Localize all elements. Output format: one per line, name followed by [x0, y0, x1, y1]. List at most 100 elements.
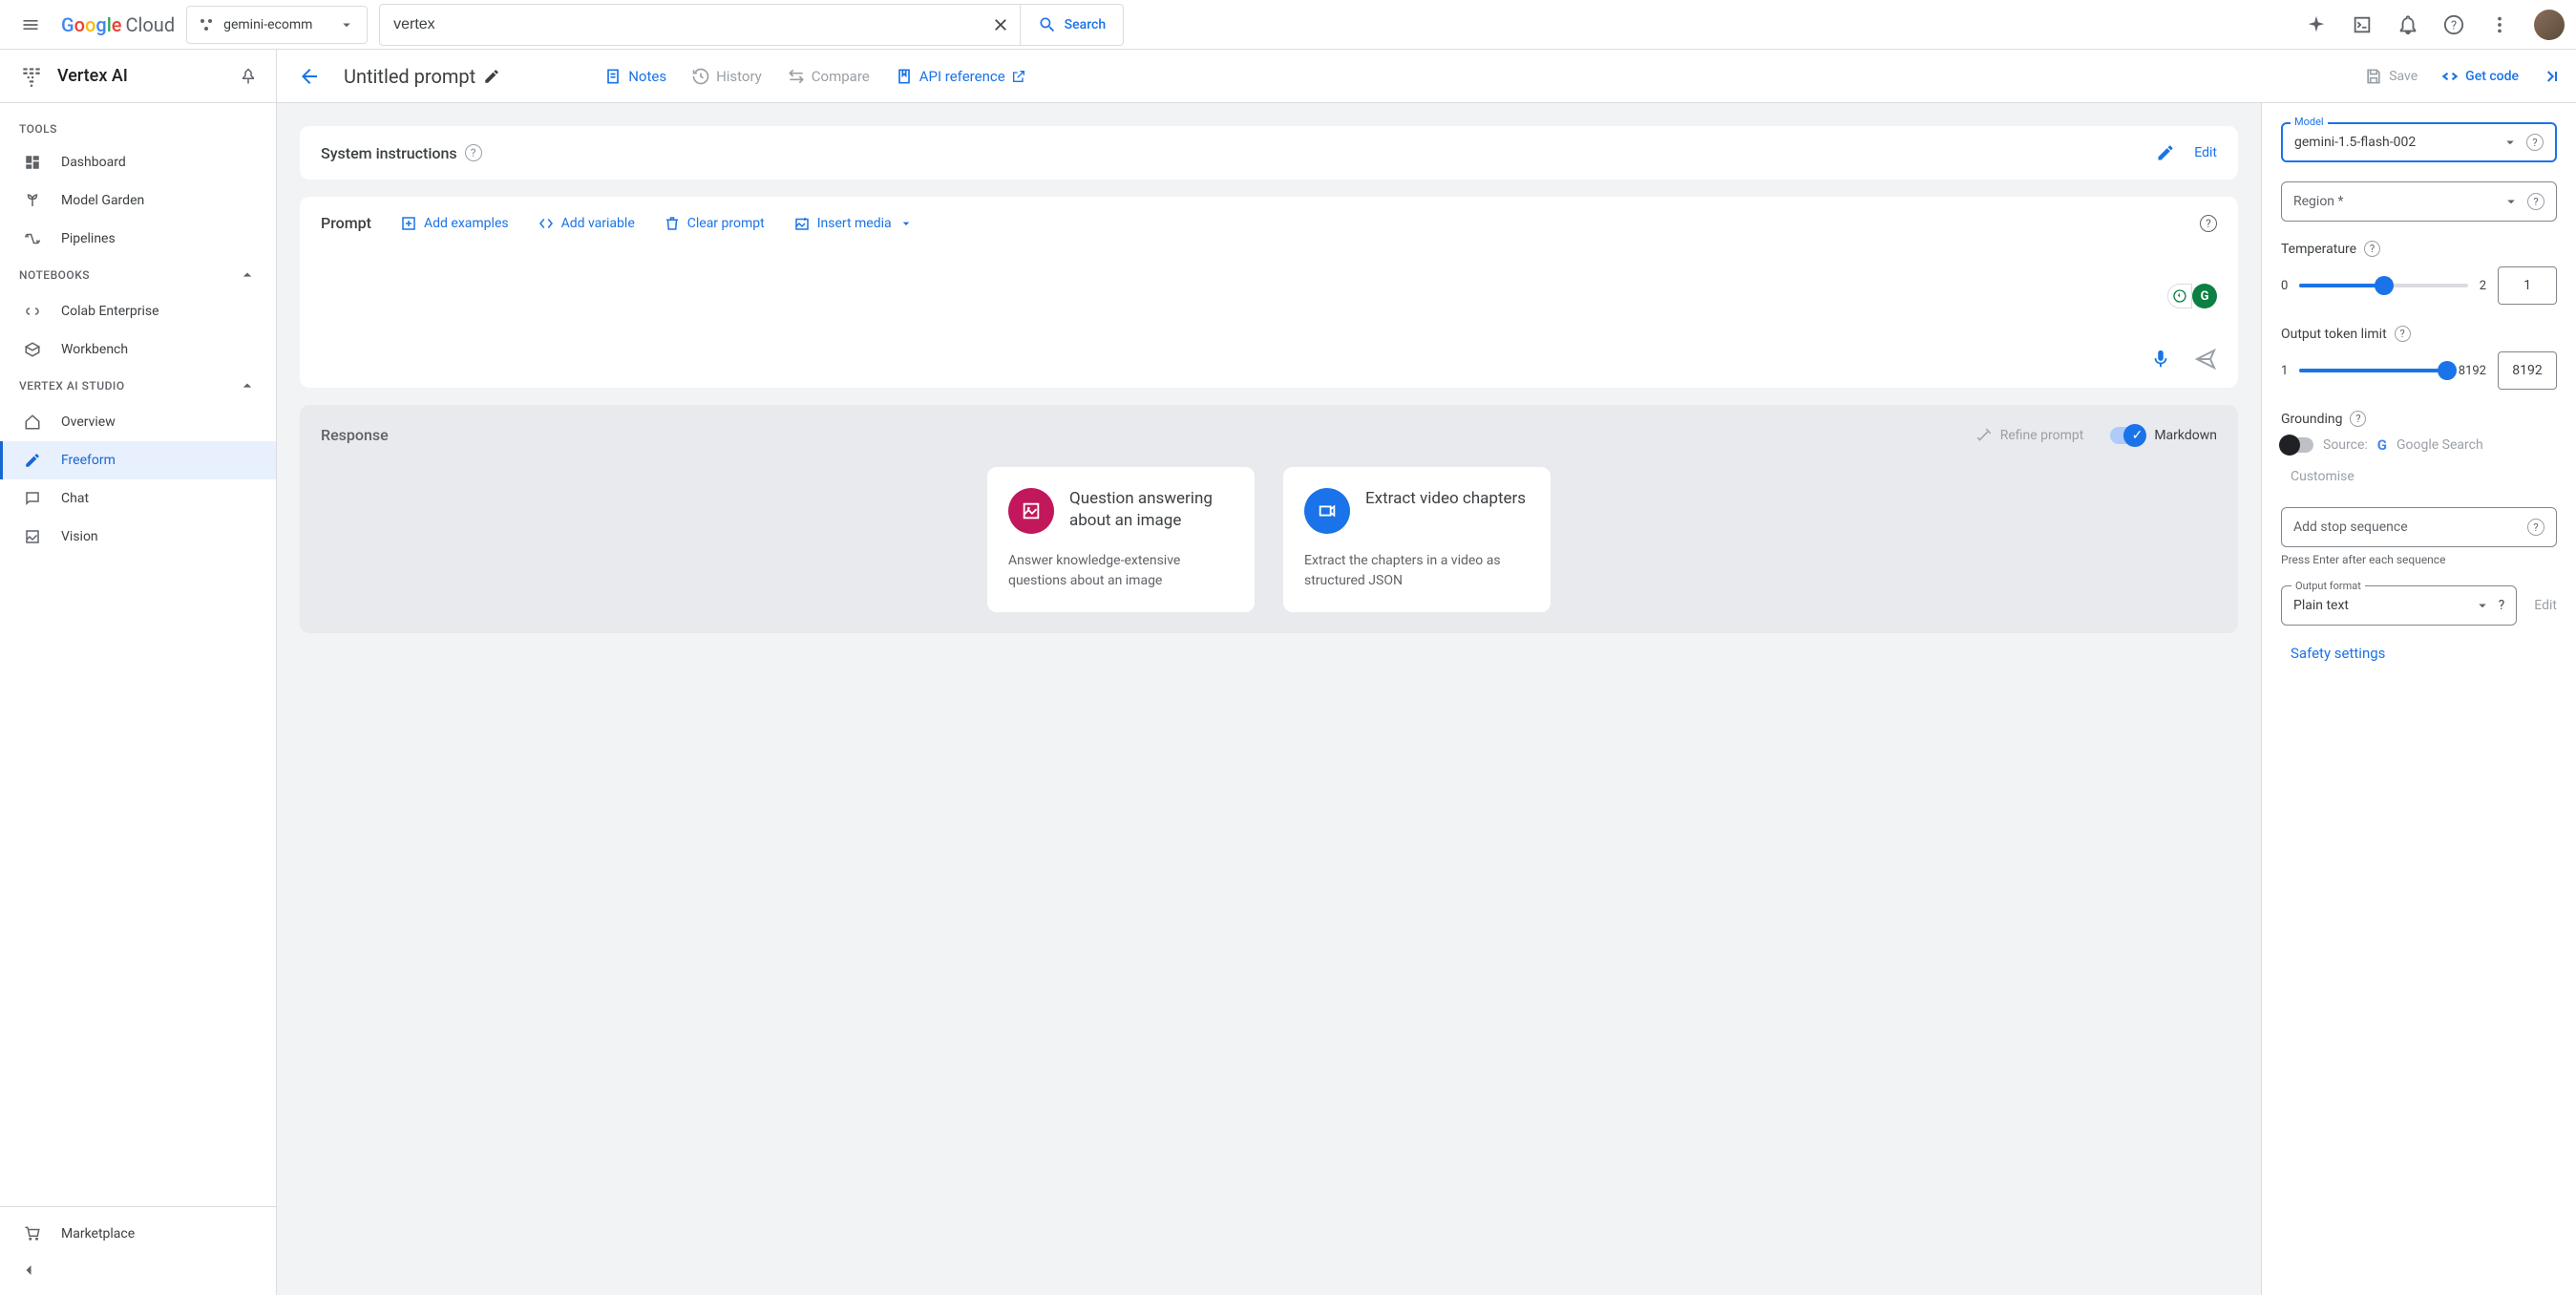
sidebar-item-label: Vision	[61, 529, 98, 544]
google-cloud-logo[interactable]: Google Cloud	[61, 13, 175, 36]
sidebar-item-vision[interactable]: Vision	[0, 518, 276, 556]
more-button[interactable]	[2481, 6, 2519, 44]
project-selector[interactable]: gemini-ecomm	[186, 6, 368, 44]
search-button[interactable]: Search	[1020, 5, 1123, 45]
settings-panel: Model gemini-1.5-flash-002 ? Region * ?	[2261, 103, 2576, 1295]
chevron-down-icon	[898, 216, 914, 231]
sidebar-item-label: Chat	[61, 491, 89, 506]
help-icon[interactable]: ?	[2526, 134, 2544, 151]
output-format-selector[interactable]: Output format Plain text ?	[2281, 585, 2517, 626]
collapse-sidebar-button[interactable]	[0, 1253, 276, 1287]
sidebar-item-label: Workbench	[61, 342, 128, 357]
grounding-label: Grounding ?	[2281, 411, 2557, 427]
stop-sequence-input[interactable]: Add stop sequence ?	[2281, 507, 2557, 547]
temperature-slider[interactable]	[2299, 284, 2467, 287]
close-icon	[991, 15, 1010, 34]
sidebar-item-marketplace[interactable]: Marketplace	[0, 1215, 276, 1253]
chevron-down-icon	[2502, 134, 2519, 151]
account-avatar[interactable]	[2534, 10, 2565, 40]
customise-button[interactable]: Customise	[2291, 469, 2557, 484]
search-input-wrap	[380, 16, 982, 33]
notebooks-section-header[interactable]: NOTEBOOKS	[0, 258, 276, 292]
tab-notes[interactable]: Notes	[603, 67, 666, 86]
cloud-shell-button[interactable]	[2343, 6, 2381, 44]
prompt-input-area[interactable]: G	[321, 232, 2217, 340]
region-selector[interactable]: Region * ?	[2281, 181, 2557, 222]
studio-section-header[interactable]: VERTEX AI STUDIO	[0, 369, 276, 403]
send-button[interactable]	[2194, 348, 2217, 371]
sidebar-item-colab[interactable]: Colab Enterprise	[0, 292, 276, 330]
help-icon[interactable]: ?	[2499, 598, 2505, 613]
help-icon[interactable]: ?	[465, 144, 482, 161]
refine-prompt-button[interactable]: Refine prompt	[1975, 427, 2084, 444]
back-button[interactable]	[292, 59, 327, 94]
grammarly-icon-chip[interactable]: G	[2192, 284, 2217, 308]
search-input[interactable]	[393, 16, 968, 33]
model-value: gemini-1.5-flash-002	[2294, 135, 2494, 150]
temperature-input[interactable]: 1	[2498, 266, 2557, 305]
sidebar-item-workbench[interactable]: Workbench	[0, 330, 276, 369]
top-bar: Google Cloud gemini-ecomm Search ?	[0, 0, 2576, 50]
help-icon[interactable]: ?	[2527, 519, 2544, 536]
tab-api-reference[interactable]: API reference	[895, 67, 1026, 86]
search-clear-button[interactable]	[982, 15, 1020, 34]
output-format-value: Plain text	[2293, 598, 2474, 613]
pin-button[interactable]	[240, 68, 257, 85]
example-title: Question answering about an image	[1069, 488, 1234, 532]
sidebar-bottom: Marketplace	[0, 1206, 276, 1295]
model-selector[interactable]: gemini-1.5-flash-002 ?	[2281, 122, 2557, 162]
project-icon	[199, 17, 214, 32]
plant-icon	[24, 192, 41, 209]
example-card-video-chapters[interactable]: Extract video chapters Extract the chapt…	[1283, 467, 1551, 612]
clear-prompt-button[interactable]: Clear prompt	[664, 215, 765, 232]
save-button[interactable]: Save	[2364, 67, 2418, 86]
help-icon[interactable]: ?	[2364, 241, 2380, 257]
output-format-row: Output format Plain text ? Edit	[2281, 585, 2557, 626]
edit-icon[interactable]	[483, 68, 500, 85]
add-variable-button[interactable]: Add variable	[538, 215, 635, 232]
add-examples-button[interactable]: Add examples	[400, 215, 509, 232]
workbench-icon	[24, 341, 41, 358]
token-input[interactable]: 8192	[2498, 351, 2557, 390]
markdown-toggle[interactable]: ✓ Markdown	[2110, 427, 2217, 444]
chat-icon	[24, 490, 41, 507]
tab-history[interactable]: History	[691, 67, 762, 86]
sidebar-item-overview[interactable]: Overview	[0, 403, 276, 441]
sidebar-item-freeform[interactable]: Freeform	[0, 441, 276, 479]
notifications-button[interactable]	[2389, 6, 2427, 44]
hamburger-icon	[21, 15, 40, 34]
mic-button[interactable]	[2150, 349, 2171, 370]
expand-panel-button[interactable]	[2542, 67, 2561, 86]
grounding-toggle-row: Source: G Google Search	[2281, 436, 2557, 454]
sidebar-item-chat[interactable]: Chat	[0, 479, 276, 518]
grounding-switch[interactable]	[2281, 437, 2313, 453]
menu-button[interactable]	[11, 6, 50, 44]
token-slider[interactable]	[2299, 369, 2446, 372]
grammarly-suggestion-chip[interactable]	[2167, 284, 2192, 308]
sidebar: Vertex AI TOOLS Dashboard Model Garden P…	[0, 50, 277, 1295]
example-card-qa-image[interactable]: Question answering about an image Answer…	[987, 467, 1255, 612]
prompt-help-icon[interactable]: ?	[2200, 215, 2217, 232]
sidebar-item-label: Colab Enterprise	[61, 304, 159, 319]
help-button[interactable]: ?	[2435, 6, 2473, 44]
sidebar-item-model-garden[interactable]: Model Garden	[0, 181, 276, 220]
chevron-up-icon	[238, 376, 257, 395]
safety-settings-link[interactable]: Safety settings	[2291, 645, 2557, 662]
sidebar-item-pipelines[interactable]: Pipelines	[0, 220, 276, 258]
insert-media-button[interactable]: Insert media	[793, 215, 914, 232]
chevron-down-icon	[338, 16, 355, 33]
sidebar-item-dashboard[interactable]: Dashboard	[0, 143, 276, 181]
chevron-right-bar-icon	[2542, 67, 2561, 86]
help-icon[interactable]: ?	[2350, 411, 2366, 427]
sidebar-item-label: Dashboard	[61, 155, 126, 170]
help-icon[interactable]: ?	[2395, 326, 2411, 342]
gemini-button[interactable]	[2297, 6, 2335, 44]
add-box-icon	[400, 215, 417, 232]
save-icon	[2364, 67, 2383, 86]
chevron-down-icon	[2502, 193, 2520, 210]
tools-section-label: TOOLS	[19, 122, 57, 136]
tab-compare[interactable]: Compare	[787, 67, 870, 86]
help-icon[interactable]: ?	[2527, 193, 2544, 210]
edit-system-instructions[interactable]: Edit	[2156, 143, 2217, 162]
get-code-button[interactable]: Get code	[2440, 67, 2519, 86]
